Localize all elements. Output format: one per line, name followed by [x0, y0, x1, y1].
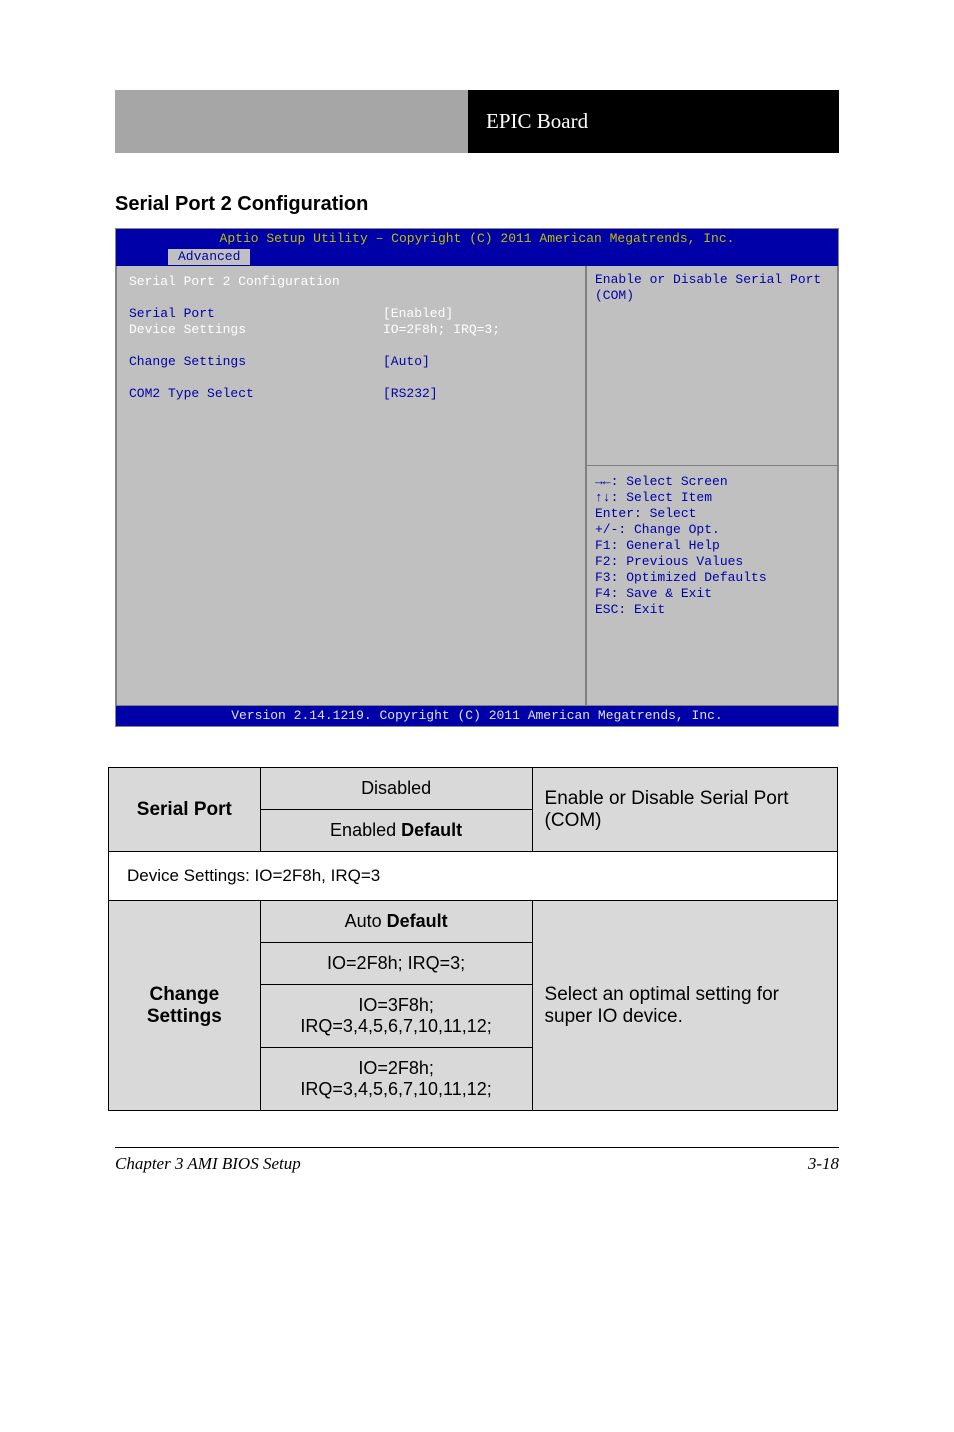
bios-row-value: [Enabled]	[383, 306, 453, 322]
bios-body: Serial Port 2 Configuration Serial Port[…	[116, 266, 838, 706]
option-summary: Select an optimal setting for super IO d…	[532, 901, 837, 1111]
bios-key-line: F4: Save & Exit	[595, 586, 829, 602]
bios-row-label: Change Settings	[129, 354, 383, 370]
bios-row-value: [Auto]	[383, 354, 430, 370]
footer-left: Chapter 3 AMI BIOS Setup	[115, 1154, 301, 1174]
bios-row-label: Serial Port	[129, 306, 383, 322]
default-label: Default	[401, 820, 462, 840]
bios-key-line: ↑↓: Select Item	[595, 490, 829, 506]
header-left	[115, 90, 468, 153]
bios-row[interactable]: Change Settings[Auto]	[129, 354, 573, 370]
option-name: Serial Port	[109, 768, 261, 852]
option-value: IO=2F8h; IRQ=3,4,5,6,7,10,11,12;	[260, 1048, 532, 1111]
bios-row[interactable]: COM2 Type Select[RS232]	[129, 386, 573, 402]
bios-main-title: Serial Port 2 Configuration	[129, 274, 573, 290]
bios-main-panel: Serial Port 2 Configuration Serial Port[…	[116, 266, 586, 706]
option-summary: Enable or Disable Serial Port (COM)	[532, 768, 837, 852]
bios-key-line: →←: Select Screen	[595, 474, 829, 490]
bios-row-label: Device Settings	[129, 322, 383, 338]
default-label: Default	[387, 911, 448, 931]
option-value: Enabled Default	[260, 810, 532, 852]
option-value: IO=3F8h; IRQ=3,4,5,6,7,10,11,12;	[260, 985, 532, 1048]
bios-tab-advanced[interactable]: Advanced	[168, 249, 250, 265]
bios-tabrow: Advanced	[116, 247, 838, 266]
bios-key-line: F3: Optimized Defaults	[595, 570, 829, 586]
options-table: Serial PortDisabledEnable or Disable Ser…	[108, 767, 838, 1111]
bios-key-line: F1: General Help	[595, 538, 829, 554]
option-value: Auto Default	[260, 901, 532, 943]
bios-row-value: IO=2F8h; IRQ=3;	[383, 322, 500, 338]
bios-key-line: +/-: Change Opt.	[595, 522, 829, 538]
page: EPIC Board Serial Port 2 Configuration A…	[0, 90, 954, 1174]
header-band: EPIC Board	[115, 90, 839, 153]
bios-key-line: Enter: Select	[595, 506, 829, 522]
section-title: Serial Port 2 Configuration	[115, 193, 839, 216]
bios-row[interactable]: Serial Port[Enabled]	[129, 306, 573, 322]
bios-key-line: ESC: Exit	[595, 602, 829, 618]
option-name: Change Settings	[109, 901, 261, 1111]
bios-footer: Version 2.14.1219. Copyright (C) 2011 Am…	[116, 706, 838, 726]
bios-row[interactable]: Device SettingsIO=2F8h; IRQ=3;	[129, 322, 573, 338]
bios-key-line: F2: Previous Values	[595, 554, 829, 570]
bios-row-value: [RS232]	[383, 386, 438, 402]
table-note: Device Settings: IO=2F8h, IRQ=3	[109, 852, 838, 901]
bios-row-label: COM2 Type Select	[129, 386, 383, 402]
header-right: EPIC Board	[468, 90, 839, 153]
footer-right: 3-18	[808, 1154, 839, 1174]
bios-key-legend: →←: Select Screen↑↓: Select ItemEnter: S…	[587, 466, 837, 626]
bios-titlebar: Aptio Setup Utility – Copyright (C) 2011…	[116, 229, 838, 247]
option-value: IO=2F8h; IRQ=3;	[260, 943, 532, 985]
option-value: Disabled	[260, 768, 532, 810]
bios-help-text: Enable or Disable Serial Port (COM)	[587, 266, 837, 466]
bios-help-panel: Enable or Disable Serial Port (COM) →←: …	[586, 266, 838, 706]
footer-rule	[115, 1147, 839, 1148]
page-footer: Chapter 3 AMI BIOS Setup 3-18	[115, 1154, 839, 1174]
bios-frame: Aptio Setup Utility – Copyright (C) 2011…	[115, 228, 839, 727]
